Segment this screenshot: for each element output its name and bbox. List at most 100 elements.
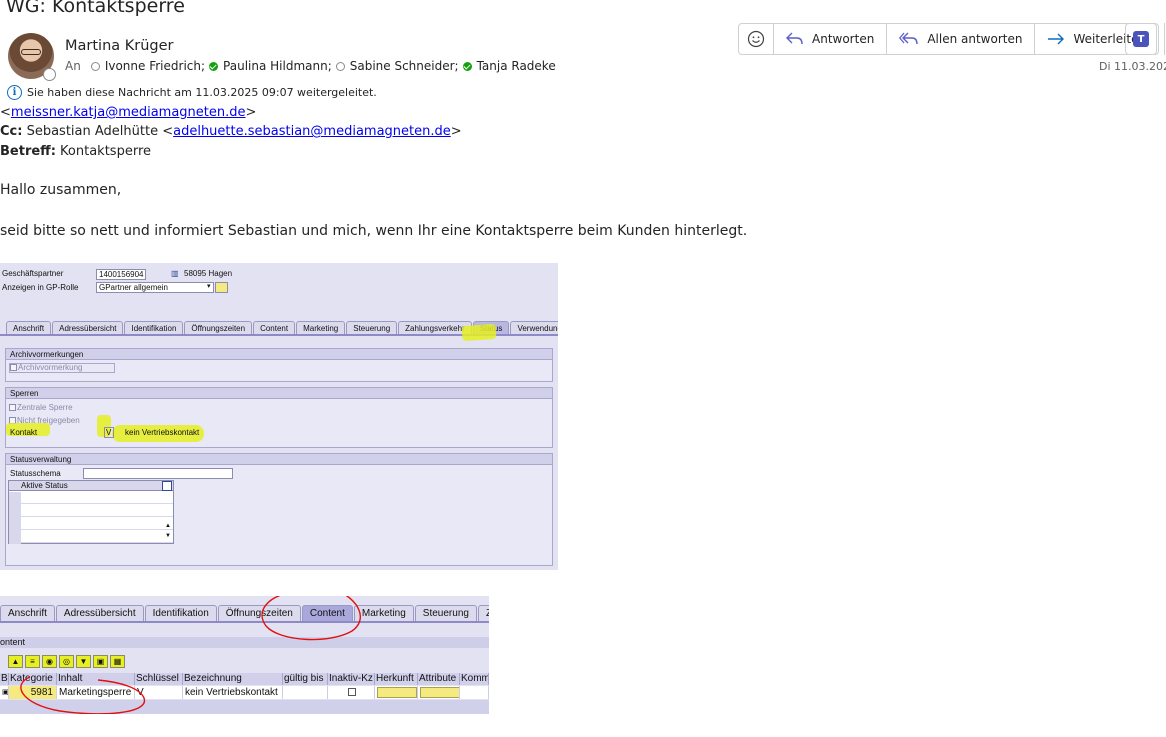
- sort-icon: ≡: [25, 655, 40, 668]
- column-header: Inaktiv-Kz: [328, 673, 375, 685]
- archive-group-title: Archivvormerkungen: [6, 349, 552, 360]
- find-icon: ◉: [42, 655, 57, 668]
- inhalt-cell: Marketingsperre: [57, 686, 135, 699]
- teams-icon: T: [1133, 31, 1149, 47]
- cc-label: Cc:: [0, 124, 23, 139]
- reply-all-icon: [899, 32, 919, 45]
- schluessel-cell: V: [135, 686, 183, 699]
- active-status-table: Aktive Status ▲ ▼: [8, 480, 174, 544]
- active-status-header: Aktive Status: [9, 481, 173, 491]
- row-detail-icon: ▣: [0, 686, 9, 699]
- contact-label: Kontakt: [10, 428, 38, 437]
- central-lock-checkbox: Zentrale Sperre: [9, 403, 73, 412]
- column-header: Komm: [461, 673, 489, 685]
- find-next-icon: ◎: [59, 655, 74, 668]
- to-label: An: [65, 59, 81, 73]
- smiley-icon: [747, 30, 765, 48]
- sap1-tab: Zahlungsverkehr: [398, 321, 472, 335]
- recipient-name: Sabine Schneider;: [349, 59, 459, 73]
- reply-label: Antworten: [812, 32, 875, 46]
- recipient[interactable]: Paulina Hildmann;: [209, 59, 332, 73]
- kategorie-cell: 5981: [9, 686, 57, 699]
- sap1-tab: Verwendungsna: [510, 321, 558, 335]
- role-search-icon: [215, 282, 228, 293]
- sap-content-screenshot: Anschrift Adressübersicht Identifikation…: [0, 596, 489, 714]
- sap1-tab: Content: [253, 321, 296, 335]
- recipients-row: An Ivonne Friedrich; Paulina Hildmann; S…: [65, 59, 560, 73]
- sap1-tab: Identifikation: [124, 321, 184, 335]
- archive-checkbox-label: Archivvormerkung: [18, 363, 83, 372]
- sap2-tab: Öffnungszeiten: [217, 605, 301, 622]
- sap1-tab: Marketing: [296, 321, 346, 335]
- column-header: B: [1, 673, 9, 685]
- info-icon: i: [7, 85, 22, 100]
- table-footer: [0, 700, 489, 714]
- sap2-tab: Identifikation: [144, 605, 217, 622]
- sap2-tab-content: Content: [301, 605, 353, 622]
- recipient-name: Paulina Hildmann;: [223, 59, 332, 73]
- gp-label: Geschäftspartner: [2, 269, 64, 278]
- forward-icon: [1048, 33, 1065, 45]
- sap2-tab: Steuerung: [414, 605, 477, 622]
- column-header: Attribute: [418, 673, 460, 685]
- greeting: Hallo zusammen,: [0, 182, 122, 198]
- forward-info-text: Sie haben diese Nachricht am 11.03.2025 …: [27, 86, 377, 99]
- sender-avatar[interactable]: [8, 33, 56, 81]
- layout-icon: ▦: [110, 655, 125, 668]
- sap1-tab: Anschrift: [6, 321, 52, 335]
- forward-info: i Sie haben diese Nachricht am 11.03.202…: [7, 85, 377, 100]
- sender-name[interactable]: Martina Krüger: [65, 38, 174, 54]
- archive-checkbox: Archivvormerkung: [9, 363, 115, 373]
- from-email-link[interactable]: meissner.katja@mediamagneten.de: [11, 105, 246, 120]
- from-suffix: >: [245, 105, 257, 120]
- table-settings-icon: [162, 481, 172, 491]
- status-schema-label: Statusschema: [10, 469, 61, 478]
- sap2-tab: Adressübersicht: [55, 605, 144, 622]
- presence-offline-icon: [335, 61, 345, 71]
- cc-email-link[interactable]: adelhuette.sebastian@mediamagneten.de: [173, 124, 451, 139]
- sap2-tab: Anschrift: [0, 605, 55, 622]
- inaktiv-checkbox: [328, 686, 375, 699]
- recipient-name: Tanja Radeke: [476, 59, 556, 73]
- gp-location: 58095 Hagen: [184, 269, 233, 278]
- sap-status-screenshot: Geschäftspartner 1400156904 ▥ 58095 Hage…: [0, 263, 558, 570]
- sap2-tab-divider: [0, 621, 489, 623]
- building-icon: ▥: [171, 269, 179, 278]
- content-table-header: B Kategorie Inhalt Schlüssel Bezeichnung…: [0, 673, 489, 685]
- body-text: seid bitte so nett und informiert Sebast…: [0, 223, 748, 239]
- subject-line: Betreff: Kontaktsperre: [0, 144, 151, 159]
- cc-name: Sebastian Adelhütte <: [26, 124, 174, 139]
- gp-number-field: 1400156904: [96, 269, 146, 280]
- presence-offline-icon: [90, 61, 100, 71]
- sap2-tab: Marketing: [353, 605, 414, 622]
- bezeichnung-cell: kein Vertriebskontakt: [183, 686, 283, 699]
- cc-suffix: >: [450, 124, 462, 139]
- teams-share-button[interactable]: T: [1125, 23, 1157, 55]
- scroll-down-icon: ▼: [165, 533, 171, 539]
- sap1-tab: Steuerung: [346, 321, 398, 335]
- message-date: Di 11.03.2025: [1099, 60, 1166, 73]
- email-subject: WG: Kontaktsperre: [6, 0, 185, 17]
- table-row: [9, 530, 173, 543]
- lock-group-title: Sperren: [6, 388, 552, 399]
- sap1-tab: Adressübersicht: [52, 321, 124, 335]
- reply-all-button[interactable]: Allen antworten: [886, 24, 1034, 54]
- recipient[interactable]: Ivonne Friedrich;: [90, 59, 205, 73]
- avatar-glasses: [21, 49, 41, 55]
- emoji-reaction-button[interactable]: [739, 24, 773, 54]
- reply-button[interactable]: Antworten: [773, 24, 886, 54]
- sap2-tabs: Anschrift Adressübersicht Identifikation…: [0, 605, 489, 622]
- role-label: Anzeigen in GP-Rolle: [2, 283, 79, 292]
- chevron-down-icon: ▾: [207, 283, 211, 290]
- column-header: Inhalt: [57, 673, 135, 685]
- subject-value: Kontaktsperre: [60, 144, 152, 159]
- recipient[interactable]: Tanja Radeke: [462, 59, 556, 73]
- subject-label: Betreff:: [0, 144, 56, 159]
- attribute-button: [418, 686, 460, 699]
- table-row: [9, 504, 173, 517]
- recipient[interactable]: Sabine Schneider;: [335, 59, 459, 73]
- column-header: gültig bis: [283, 673, 328, 685]
- reply-icon: [786, 32, 803, 45]
- from-line: <meissner.katja@mediamagneten.de>: [0, 105, 256, 120]
- status-tab-highlight: [461, 323, 497, 342]
